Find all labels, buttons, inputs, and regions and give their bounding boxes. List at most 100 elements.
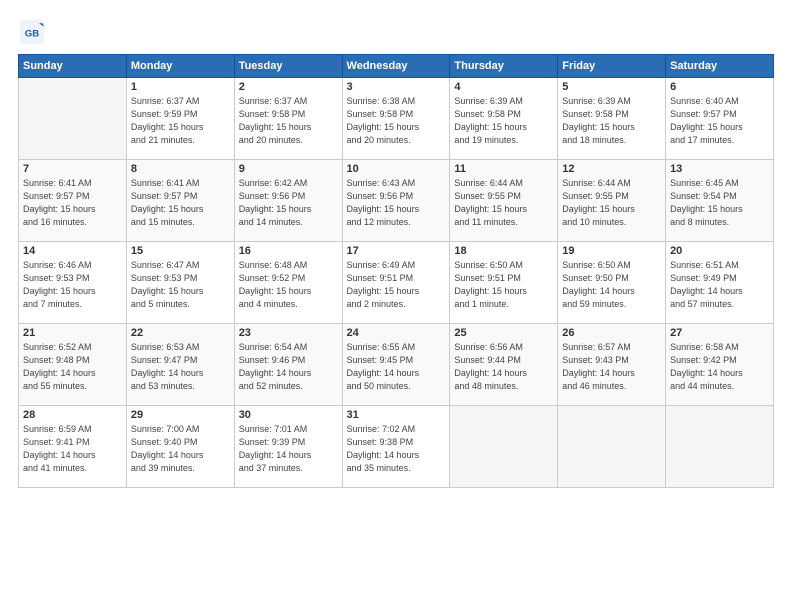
day-number: 10	[347, 163, 446, 175]
day-number: 1	[131, 81, 230, 93]
day-number: 22	[131, 327, 230, 339]
logo: GB	[18, 18, 50, 46]
day-info: Sunrise: 6:51 AMSunset: 9:49 PMDaylight:…	[670, 259, 769, 311]
day-info: Sunrise: 6:41 AMSunset: 9:57 PMDaylight:…	[131, 177, 230, 229]
day-info: Sunrise: 6:55 AMSunset: 9:45 PMDaylight:…	[347, 341, 446, 393]
svg-text:GB: GB	[25, 28, 39, 39]
day-number: 12	[562, 163, 661, 175]
header-sunday: Sunday	[19, 55, 127, 78]
calendar-cell: 27Sunrise: 6:58 AMSunset: 9:42 PMDayligh…	[666, 324, 774, 406]
day-number: 7	[23, 163, 122, 175]
calendar-cell: 5 Sunrise: 6:39 AMSunset: 9:58 PMDaylight…	[558, 78, 666, 160]
calendar-cell: 24 Sunrise: 6:55 AMSunset: 9:45 PMDayligh…	[342, 324, 450, 406]
calendar-cell: 11Sunrise: 6:44 AMSunset: 9:55 PMDayligh…	[450, 160, 558, 242]
day-number: 29	[131, 409, 230, 421]
calendar-cell: 3 Sunrise: 6:38 AMSunset: 9:58 PMDaylight…	[342, 78, 450, 160]
day-number: 28	[23, 409, 122, 421]
calendar-cell: 29 Sunrise: 7:00 AMSunset: 9:40 PMDayligh…	[126, 406, 234, 488]
day-number: 17	[347, 245, 446, 257]
day-number: 16	[239, 245, 338, 257]
day-info: Sunrise: 6:46 AMSunset: 9:53 PMDaylight:…	[23, 259, 122, 311]
day-info: Sunrise: 6:49 AMSunset: 9:51 PMDaylight:…	[347, 259, 446, 311]
header-tuesday: Tuesday	[234, 55, 342, 78]
calendar-cell: 13 Sunrise: 6:45 AMSunset: 9:54 PMDayligh…	[666, 160, 774, 242]
day-info: Sunrise: 6:41 AMSunset: 9:57 PMDaylight:…	[23, 177, 122, 229]
day-info: Sunrise: 6:37 AMSunset: 9:58 PMDaylight:…	[239, 95, 338, 147]
day-info: Sunrise: 6:44 AMSunset: 9:55 PMDaylight:…	[562, 177, 661, 229]
calendar-cell: 12 Sunrise: 6:44 AMSunset: 9:55 PMDayligh…	[558, 160, 666, 242]
day-info: Sunrise: 6:48 AMSunset: 9:52 PMDaylight:…	[239, 259, 338, 311]
day-info: Sunrise: 6:50 AMSunset: 9:51 PMDaylight:…	[454, 259, 553, 311]
calendar-cell: 8 Sunrise: 6:41 AMSunset: 9:57 PMDaylight…	[126, 160, 234, 242]
day-number: 4	[454, 81, 553, 93]
day-number: 13	[670, 163, 769, 175]
calendar-cell: 15 Sunrise: 6:47 AMSunset: 9:53 PMDayligh…	[126, 242, 234, 324]
day-info: Sunrise: 6:52 AMSunset: 9:48 PMDaylight:…	[23, 341, 122, 393]
header-wednesday: Wednesday	[342, 55, 450, 78]
calendar-cell: 31 Sunrise: 7:02 AMSunset: 9:38 PMDayligh…	[342, 406, 450, 488]
calendar-week-1: 1 Sunrise: 6:37 AMSunset: 9:59 PMDaylight…	[19, 78, 774, 160]
day-info: Sunrise: 6:58 AMSunset: 9:42 PMDaylight:…	[670, 341, 769, 393]
day-number: 21	[23, 327, 122, 339]
calendar-week-4: 21 Sunrise: 6:52 AMSunset: 9:48 PMDayligh…	[19, 324, 774, 406]
calendar-cell: 26Sunrise: 6:57 AMSunset: 9:43 PMDayligh…	[558, 324, 666, 406]
day-number: 8	[131, 163, 230, 175]
day-info: Sunrise: 6:42 AMSunset: 9:56 PMDaylight:…	[239, 177, 338, 229]
day-number: 14	[23, 245, 122, 257]
calendar-cell: 25Sunrise: 6:56 AMSunset: 9:44 PMDayligh…	[450, 324, 558, 406]
day-number: 30	[239, 409, 338, 421]
day-info: Sunrise: 6:59 AMSunset: 9:41 PMDaylight:…	[23, 423, 122, 475]
day-info: Sunrise: 7:00 AMSunset: 9:40 PMDaylight:…	[131, 423, 230, 475]
day-number: 20	[670, 245, 769, 257]
calendar-week-3: 14 Sunrise: 6:46 AMSunset: 9:53 PMDayligh…	[19, 242, 774, 324]
calendar-cell	[19, 78, 127, 160]
header-monday: Monday	[126, 55, 234, 78]
calendar-cell: 10 Sunrise: 6:43 AMSunset: 9:56 PMDayligh…	[342, 160, 450, 242]
day-number: 15	[131, 245, 230, 257]
calendar-cell: 1 Sunrise: 6:37 AMSunset: 9:59 PMDaylight…	[126, 78, 234, 160]
day-number: 24	[347, 327, 446, 339]
calendar-header-row: SundayMondayTuesdayWednesdayThursdayFrid…	[19, 55, 774, 78]
calendar-cell: 9Sunrise: 6:42 AMSunset: 9:56 PMDaylight…	[234, 160, 342, 242]
calendar-cell: 6 Sunrise: 6:40 AMSunset: 9:57 PMDaylight…	[666, 78, 774, 160]
calendar-cell: 4Sunrise: 6:39 AMSunset: 9:58 PMDaylight…	[450, 78, 558, 160]
calendar-table: SundayMondayTuesdayWednesdayThursdayFrid…	[18, 54, 774, 488]
day-info: Sunrise: 6:43 AMSunset: 9:56 PMDaylight:…	[347, 177, 446, 229]
page-header: GB	[18, 18, 774, 46]
logo-icon: GB	[18, 18, 46, 46]
day-info: Sunrise: 6:50 AMSunset: 9:50 PMDaylight:…	[562, 259, 661, 311]
day-info: Sunrise: 6:54 AMSunset: 9:46 PMDaylight:…	[239, 341, 338, 393]
day-info: Sunrise: 6:38 AMSunset: 9:58 PMDaylight:…	[347, 95, 446, 147]
calendar-cell: 21 Sunrise: 6:52 AMSunset: 9:48 PMDayligh…	[19, 324, 127, 406]
day-number: 2	[239, 81, 338, 93]
day-number: 6	[670, 81, 769, 93]
calendar-week-5: 28 Sunrise: 6:59 AMSunset: 9:41 PMDayligh…	[19, 406, 774, 488]
calendar-cell: 17 Sunrise: 6:49 AMSunset: 9:51 PMDayligh…	[342, 242, 450, 324]
day-info: Sunrise: 6:47 AMSunset: 9:53 PMDaylight:…	[131, 259, 230, 311]
calendar-week-2: 7 Sunrise: 6:41 AMSunset: 9:57 PMDaylight…	[19, 160, 774, 242]
day-info: Sunrise: 7:02 AMSunset: 9:38 PMDaylight:…	[347, 423, 446, 475]
calendar-cell: 7 Sunrise: 6:41 AMSunset: 9:57 PMDaylight…	[19, 160, 127, 242]
calendar-cell: 2 Sunrise: 6:37 AMSunset: 9:58 PMDaylight…	[234, 78, 342, 160]
day-number: 25	[454, 327, 553, 339]
header-friday: Friday	[558, 55, 666, 78]
calendar-cell	[558, 406, 666, 488]
day-number: 19	[562, 245, 661, 257]
day-info: Sunrise: 6:45 AMSunset: 9:54 PMDaylight:…	[670, 177, 769, 229]
calendar-cell: 22Sunrise: 6:53 AMSunset: 9:47 PMDayligh…	[126, 324, 234, 406]
calendar-cell: 18Sunrise: 6:50 AMSunset: 9:51 PMDayligh…	[450, 242, 558, 324]
day-info: Sunrise: 6:39 AMSunset: 9:58 PMDaylight:…	[562, 95, 661, 147]
day-number: 26	[562, 327, 661, 339]
day-info: Sunrise: 6:40 AMSunset: 9:57 PMDaylight:…	[670, 95, 769, 147]
calendar-cell: 19 Sunrise: 6:50 AMSunset: 9:50 PMDayligh…	[558, 242, 666, 324]
calendar-cell: 30 Sunrise: 7:01 AMSunset: 9:39 PMDayligh…	[234, 406, 342, 488]
day-number: 5	[562, 81, 661, 93]
day-number: 3	[347, 81, 446, 93]
day-number: 31	[347, 409, 446, 421]
day-info: Sunrise: 6:44 AMSunset: 9:55 PMDaylight:…	[454, 177, 553, 229]
calendar-cell	[450, 406, 558, 488]
day-info: Sunrise: 6:37 AMSunset: 9:59 PMDaylight:…	[131, 95, 230, 147]
day-info: Sunrise: 7:01 AMSunset: 9:39 PMDaylight:…	[239, 423, 338, 475]
calendar-cell	[666, 406, 774, 488]
calendar-cell: 20 Sunrise: 6:51 AMSunset: 9:49 PMDayligh…	[666, 242, 774, 324]
